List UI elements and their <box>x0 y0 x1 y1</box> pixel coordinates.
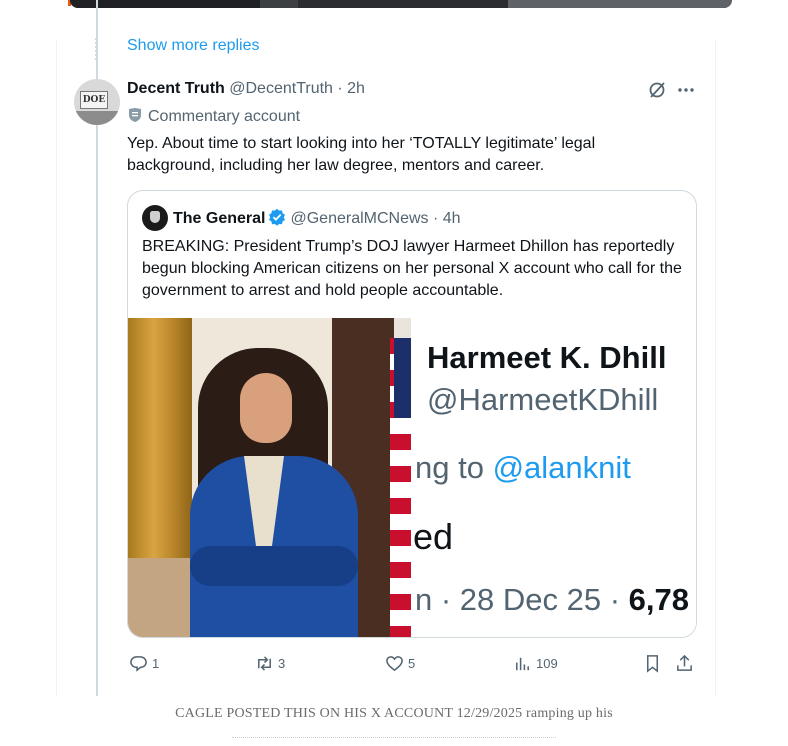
reply-text: Yep. About time to start looking into he… <box>127 135 596 174</box>
repost-count: 3 <box>278 655 286 671</box>
views-icon <box>516 657 529 670</box>
views-button[interactable]: 109 <box>513 652 558 674</box>
repost-icon <box>258 655 271 671</box>
grok-icon[interactable] <box>647 80 667 100</box>
reply-button[interactable]: 1 <box>129 652 159 674</box>
reply-count: 1 <box>152 655 160 671</box>
bookmark-button[interactable] <box>643 652 666 674</box>
quote-text: BREAKING: President Trump’s DOJ lawyer H… <box>142 238 682 299</box>
like-button[interactable]: 5 <box>385 652 415 674</box>
screenshot-name: Harmeet K. Dhill <box>427 340 667 375</box>
video-strip <box>70 0 732 8</box>
quote-avatar[interactable] <box>142 205 168 231</box>
more-options-icon[interactable] <box>676 80 696 100</box>
share-icon <box>677 654 692 671</box>
screenshot-reply-line: ng to @alanknit <box>415 450 631 485</box>
screenshot-date: n · 28 Dec 25 · 6,78 <box>415 582 689 617</box>
screenshot-handle: @HarmeetKDhill <box>427 382 659 417</box>
quote-header: The General @GeneralMCNews · 4h <box>173 208 461 228</box>
commentary-account-label: Commentary account <box>128 107 300 126</box>
verified-badge-icon <box>268 208 286 226</box>
commentary-text: Commentary account <box>148 108 301 125</box>
quote-handle-time[interactable]: @GeneralMCNews · 4h <box>290 210 460 227</box>
commentary-badge-icon <box>128 107 142 123</box>
caption-underline <box>232 730 556 738</box>
repost-button[interactable]: 3 <box>255 652 285 674</box>
reply-icon <box>130 655 147 672</box>
screenshot-mention: @alanknit <box>492 450 631 485</box>
heart-icon <box>386 655 403 671</box>
share-button[interactable] <box>675 652 698 674</box>
screenshot-line: ed <box>413 516 454 557</box>
reply-display-name[interactable]: Decent Truth <box>127 80 225 97</box>
action-bar: 1 3 5 109 <box>127 652 697 674</box>
thread-dots <box>95 38 97 60</box>
bookmark-icon <box>646 654 659 673</box>
show-more-replies-link[interactable]: Show more replies <box>127 37 260 55</box>
portrait-photo[interactable] <box>128 318 411 637</box>
reply-header: Decent Truth @DecentTruth · 2h <box>127 80 365 98</box>
views-count: 109 <box>536 655 558 671</box>
quote-display-name[interactable]: The General <box>173 210 265 227</box>
reply-handle-time[interactable]: @DecentTruth · 2h <box>229 80 365 97</box>
avatar-sign: DOE <box>80 91 108 109</box>
quote-media[interactable]: Harmeet K. Dhill @HarmeetKDhill ng to @a… <box>128 318 696 637</box>
image-caption: CAGLE POSTED THIS ON HIS X ACCOUNT 12/29… <box>175 706 613 721</box>
profile-screenshot[interactable]: Harmeet K. Dhill @HarmeetKDhill ng to @a… <box>411 318 696 637</box>
avatar[interactable]: DOE <box>74 79 120 125</box>
quoted-tweet[interactable]: The General @GeneralMCNews · 4h BREAKING… <box>127 190 697 638</box>
like-count: 5 <box>408 655 416 671</box>
